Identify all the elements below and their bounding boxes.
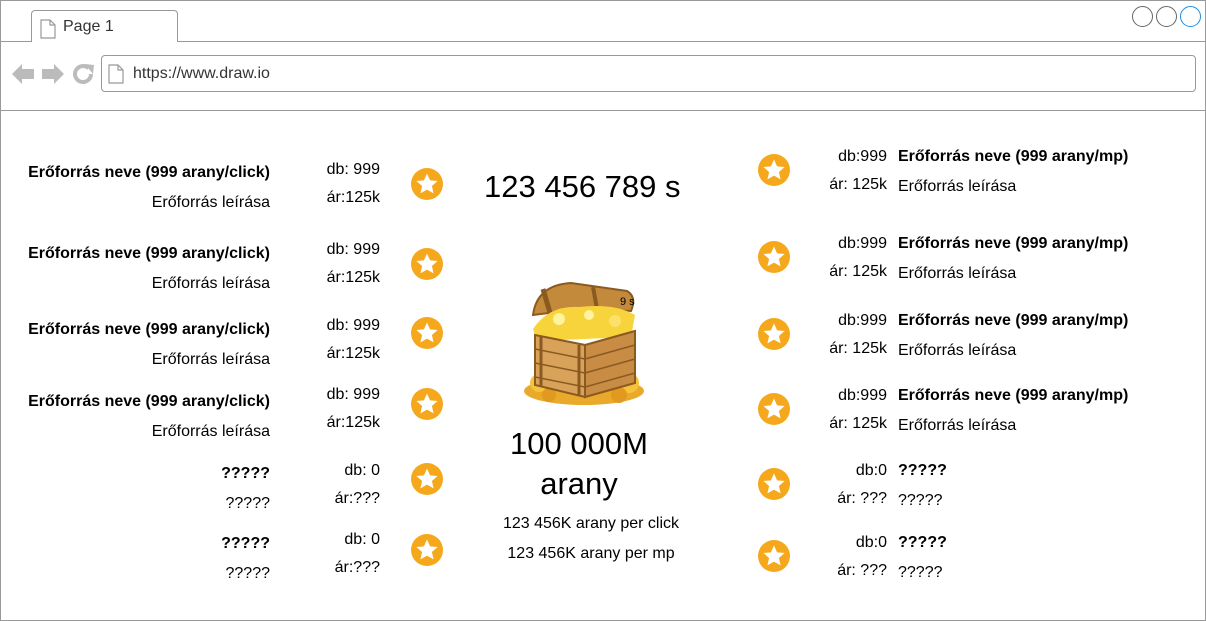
buy-star-icon[interactable] [758,393,790,425]
buy-star-icon[interactable] [411,317,443,349]
resource-name: Erőforrás neve (999 arany/mp) [898,235,1129,252]
url-text: https://www.draw.io [133,65,270,82]
gold-counter: 100 000M arany [479,424,679,504]
resource-name: Erőforrás neve (999 arany/mp) [898,148,1129,165]
resource-name: Erőforrás neve (999 arany/click) [28,321,270,338]
resource-count: db:0 [855,534,887,551]
resource-name: ????? [221,535,270,552]
resource-count: db: 0 [344,462,380,479]
reload-icon[interactable] [72,63,96,85]
resource-description: ????? [225,565,271,582]
resource-name: Erőforrás neve (999 arany/mp) [898,312,1129,329]
resource-description: Erőforrás leírása [898,417,1017,434]
resource-name: Erőforrás neve (999 arany/click) [28,245,270,262]
tab-title: Page 1 [63,18,114,35]
resource-price: ár:125k [326,414,380,431]
browser-toolbar: https://www.draw.io [1,42,1205,111]
browser-window: Page 1 https://www.draw.io Erőforrás nev… [0,0,1206,621]
resource-description: Erőforrás leírása [151,423,270,440]
gold-amount: 100 000M [510,426,648,461]
page-icon [40,19,56,39]
resource-description: ????? [898,564,943,581]
resource-name: Erőforrás neve (999 arany/click) [28,164,270,181]
maximize-button[interactable] [1156,6,1177,27]
buy-star-icon[interactable] [411,388,443,420]
resource-count: db:0 [855,462,887,479]
page-icon [108,64,124,84]
resource-name: ????? [221,465,270,482]
resource-price: ár: 125k [829,263,887,280]
resource-count: db:999 [838,148,887,165]
resource-count: db: 999 [326,317,380,334]
resource-description: Erőforrás leírása [151,275,270,292]
resource-description: Erőforrás leírása [898,178,1017,195]
resource-price: ár: 125k [829,340,887,357]
resource-count: db: 999 [326,161,380,178]
buy-star-icon[interactable] [411,463,443,495]
resource-price: ár: ??? [837,490,887,507]
buy-star-icon[interactable] [758,154,790,186]
resource-name: ????? [898,534,947,551]
resource-name: ????? [898,462,947,479]
tab-bar: Page 1 [1,1,1205,42]
resource-description: ????? [898,492,943,509]
resource-description: Erőforrás leírása [898,265,1017,282]
rate-per-second: 123 456K arany per mp [507,545,675,562]
tab-page-1[interactable]: Page 1 [31,10,178,42]
window-buttons [1132,6,1201,27]
gold-unit: arany [540,466,618,501]
buy-star-icon[interactable] [758,318,790,350]
resource-price: ár: ??? [837,562,887,579]
resource-price: ár:??? [334,490,380,507]
resource-count: db: 0 [344,531,380,548]
resource-price: ár: 125k [829,176,887,193]
resource-description: ????? [225,495,271,512]
address-bar[interactable]: https://www.draw.io [101,55,1196,92]
buy-star-icon[interactable] [758,540,790,572]
resource-count: db:999 [838,387,887,404]
buy-star-icon[interactable] [411,248,443,280]
resource-name: Erőforrás neve (999 arany/click) [28,393,270,410]
buy-star-icon[interactable] [758,468,790,500]
buy-star-icon[interactable] [758,241,790,273]
resource-description: Erőforrás leírása [151,194,270,211]
resource-count: db: 999 [326,241,380,258]
resource-price: ár: 125k [829,415,887,432]
buy-star-icon[interactable] [411,168,443,200]
resource-price: ár:??? [334,559,380,576]
resource-name: Erőforrás neve (999 arany/mp) [898,387,1129,404]
resource-price: ár:125k [326,269,380,286]
close-button[interactable] [1180,6,1201,27]
forward-arrow-icon[interactable] [41,63,65,85]
resource-price: ár:125k [326,345,380,362]
resource-count: db:999 [838,312,887,329]
resource-description: Erőforrás leírása [151,351,270,368]
minimize-button[interactable] [1132,6,1153,27]
resource-description: Erőforrás leírása [898,342,1017,359]
timer: 123 456 789 s [484,169,681,204]
resource-count: db: 999 [326,386,380,403]
chest-overlay-text: 9 s [620,296,635,308]
buy-star-icon[interactable] [411,534,443,566]
rate-per-click: 123 456K arany per click [502,515,680,532]
resource-count: db:999 [838,235,887,252]
back-arrow-icon[interactable] [11,63,35,85]
resource-price: ár:125k [326,189,380,206]
